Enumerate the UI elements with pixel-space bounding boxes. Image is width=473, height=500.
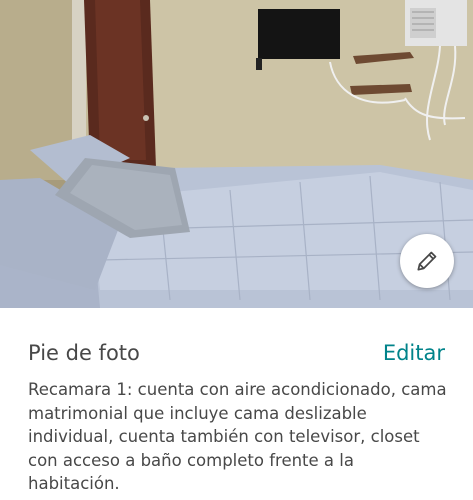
listing-photo bbox=[0, 0, 473, 308]
edit-caption-link[interactable]: Editar bbox=[383, 341, 445, 365]
caption-title: Pie de foto bbox=[28, 341, 140, 365]
caption-text: Recamara 1: cuenta con aire acondicionad… bbox=[28, 380, 447, 493]
edit-photo-button[interactable] bbox=[400, 234, 454, 288]
caption-header: Pie de foto Editar bbox=[0, 335, 473, 375]
pencil-icon bbox=[417, 251, 437, 271]
